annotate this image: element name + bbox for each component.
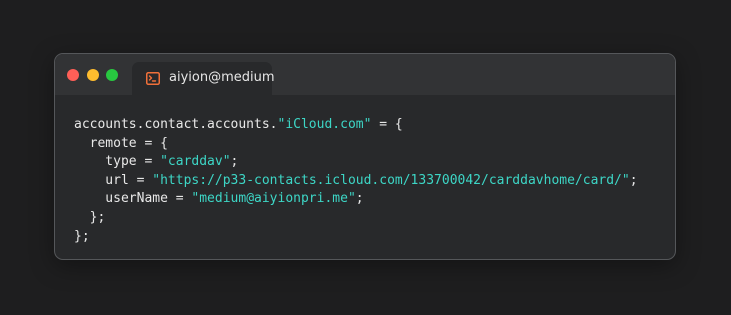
code-token: = { xyxy=(371,117,403,132)
terminal-window: aiyion@medium accounts.contact.accounts.… xyxy=(54,53,676,260)
code-token: type = xyxy=(74,154,161,170)
code-line: type = "carddav"; xyxy=(74,153,638,172)
code-string-token: "iCloud.com" xyxy=(277,117,372,132)
maximize-window-button[interactable] xyxy=(106,69,118,81)
window-titlebar: aiyion@medium xyxy=(55,54,675,95)
code-string-token: "medium@aiyionpri.me" xyxy=(191,191,356,207)
terminal-tab[interactable]: aiyion@medium xyxy=(132,62,275,95)
page-background: aiyion@medium accounts.contact.accounts.… xyxy=(0,0,731,315)
code-token: ; xyxy=(230,154,239,170)
code-token: userName = xyxy=(74,191,192,207)
code-token: }; xyxy=(74,228,90,244)
code-string-token: "carddav" xyxy=(160,154,231,170)
tab-title: aiyion@medium xyxy=(169,70,275,85)
code-token: }; xyxy=(74,209,106,225)
code-block[interactable]: accounts.contact.accounts."iCloud.com" =… xyxy=(74,116,638,246)
code-line: }; xyxy=(74,228,638,247)
code-token: url = xyxy=(74,172,153,188)
code-line: }; xyxy=(74,209,638,228)
minimize-window-button[interactable] xyxy=(87,69,99,81)
terminal-icon xyxy=(146,72,160,85)
code-line: accounts.contact.accounts."iCloud.com" =… xyxy=(74,116,638,135)
code-line: url = "https://p33-contacts.icloud.com/1… xyxy=(74,172,638,191)
code-token: ; xyxy=(629,172,638,188)
code-token: remote = { xyxy=(74,135,168,151)
code-line: remote = { xyxy=(74,135,638,154)
code-token: accounts.contact.accounts. xyxy=(74,117,278,132)
code-string-token: "https://p33-contacts.icloud.com/1337000… xyxy=(152,172,630,188)
close-window-button[interactable] xyxy=(67,69,79,81)
code-token: ; xyxy=(355,191,364,207)
code-line: userName = "medium@aiyionpri.me"; xyxy=(74,190,638,209)
